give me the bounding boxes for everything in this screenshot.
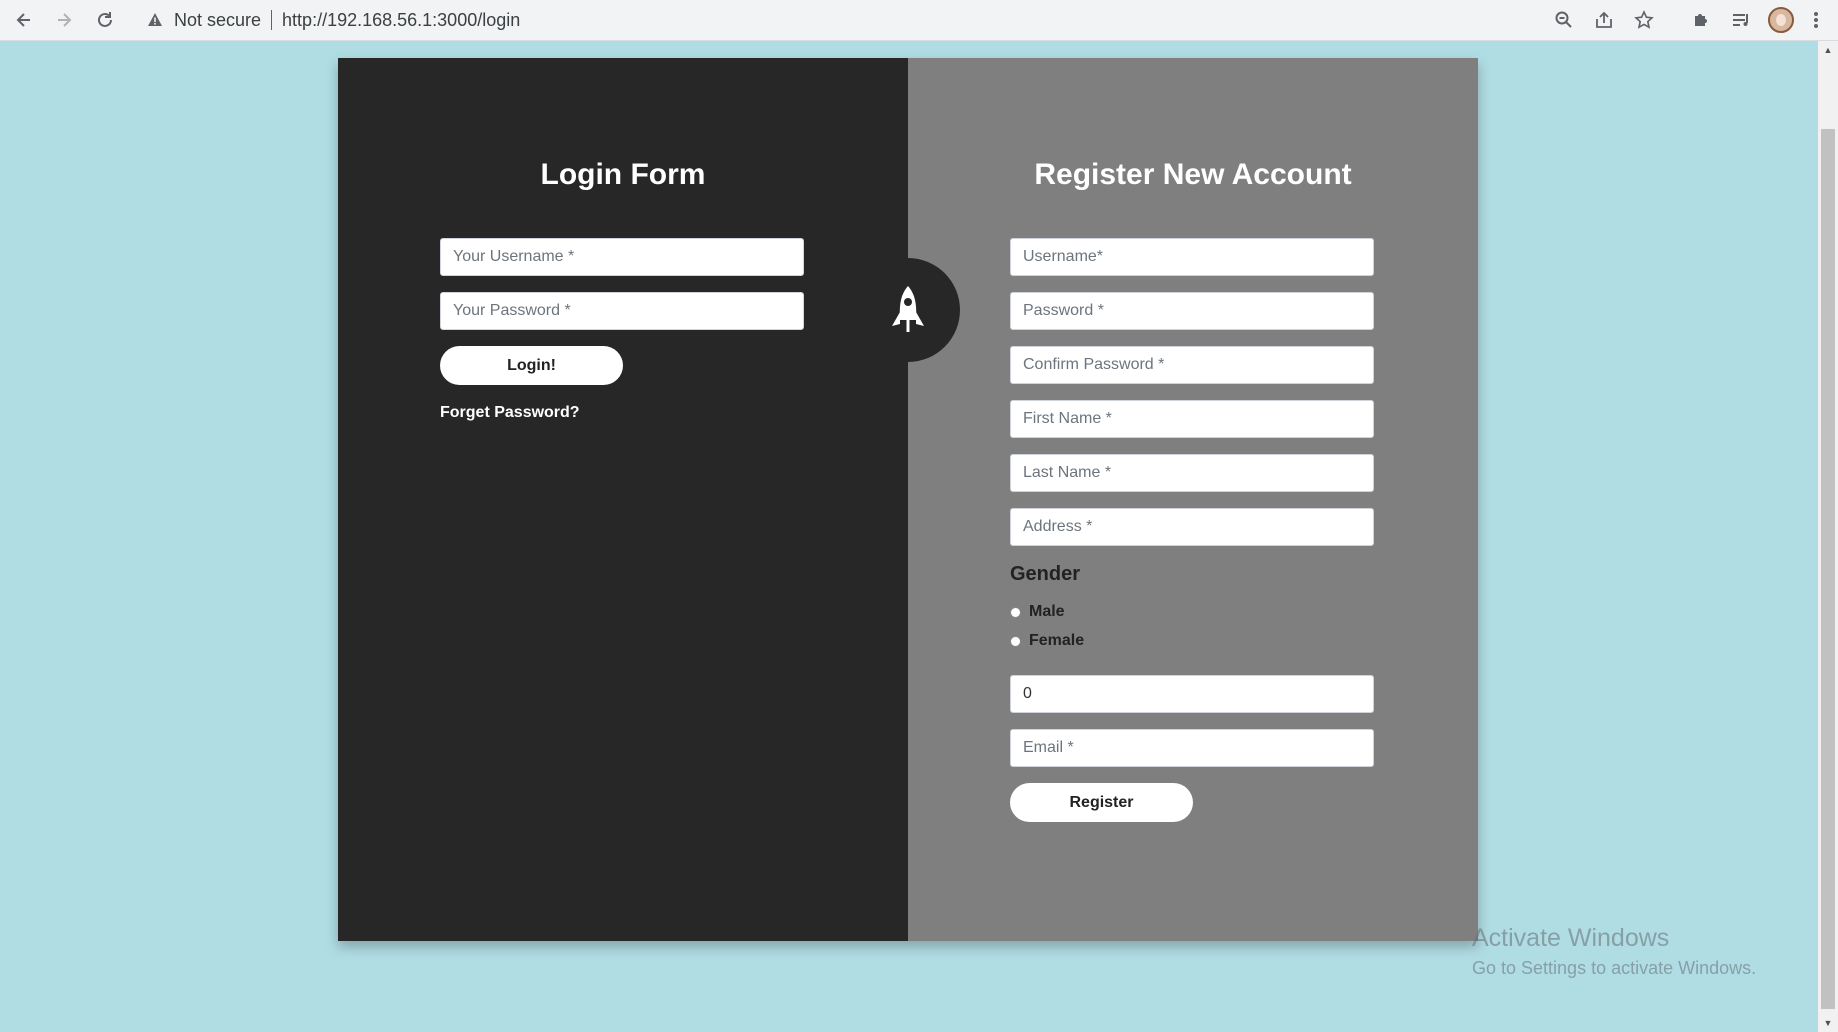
register-title: Register New Account	[1034, 158, 1352, 191]
login-title: Login Form	[540, 158, 706, 191]
activation-watermark-title: Activate Windows	[1472, 924, 1670, 952]
arrow-left-icon	[16, 13, 30, 27]
divider	[271, 10, 273, 30]
arrow-right-icon	[58, 13, 72, 27]
reload-icon	[98, 12, 112, 27]
register-button[interactable]: Register	[1010, 783, 1193, 822]
reload-button[interactable]	[91, 6, 119, 34]
star-icon[interactable]	[1624, 3, 1664, 37]
login-password-input[interactable]	[440, 292, 804, 330]
forward-button[interactable]	[50, 6, 78, 34]
puzzle-icon[interactable]	[1682, 6, 1720, 34]
radio-label: Female	[1029, 632, 1085, 649]
url-text[interactable]: http://192.168.56.1:3000/login	[282, 10, 520, 31]
kebab-menu-icon[interactable]	[1802, 6, 1830, 34]
login-button[interactable]: Login!	[440, 346, 623, 385]
number-input[interactable]	[1010, 675, 1374, 713]
register-username-input[interactable]	[1010, 238, 1374, 276]
login-panel: Login Form Login! Forget Password?	[338, 58, 908, 941]
auth-card: Login Form Login! Forget Password? Regis…	[338, 58, 1478, 941]
warning-triangle-icon[interactable]	[146, 11, 164, 29]
gender-label: Gender	[1010, 563, 1081, 585]
reading-list-icon[interactable]	[1722, 6, 1760, 34]
login-username-input[interactable]	[440, 238, 804, 276]
avatar	[1768, 7, 1794, 33]
scroll-up-arrow-icon[interactable]: ▲	[1818, 41, 1838, 59]
profile-button[interactable]	[1762, 6, 1800, 34]
radio-female[interactable]	[1010, 635, 1021, 647]
email-input[interactable]	[1010, 729, 1374, 767]
radio-label: Male	[1029, 603, 1065, 620]
scroll-down-arrow-icon[interactable]: ▼	[1818, 1014, 1838, 1032]
rocket-icon	[892, 286, 924, 332]
activation-watermark-subtitle: Go to Settings to activate Windows.	[1472, 958, 1757, 978]
address-input[interactable]	[1010, 508, 1374, 546]
rocket-badge	[856, 258, 960, 362]
radio-male[interactable]	[1010, 606, 1021, 618]
security-label[interactable]: Not secure	[174, 10, 261, 31]
browser-toolbar: Not secure http://192.168.56.1:3000/logi…	[0, 0, 1838, 41]
zoom-out-icon[interactable]	[1544, 3, 1584, 37]
page-scrollbar[interactable]: ▲ ▼	[1818, 41, 1838, 1032]
share-icon[interactable]	[1584, 3, 1624, 37]
register-panel: Register New Account Gender Male Female …	[908, 58, 1478, 941]
gender-option-male[interactable]: Male	[1010, 603, 1065, 621]
register-password-input[interactable]	[1010, 292, 1374, 330]
back-button[interactable]	[10, 6, 38, 34]
scrollbar-thumb[interactable]	[1821, 129, 1835, 1009]
first-name-input[interactable]	[1010, 400, 1374, 438]
last-name-input[interactable]	[1010, 454, 1374, 492]
gender-option-female[interactable]: Female	[1010, 632, 1084, 650]
forgot-password-link[interactable]: Forget Password?	[440, 404, 580, 422]
confirm-password-input[interactable]	[1010, 346, 1374, 384]
address-bar[interactable]: Not secure http://192.168.56.1:3000/logi…	[134, 3, 1664, 37]
